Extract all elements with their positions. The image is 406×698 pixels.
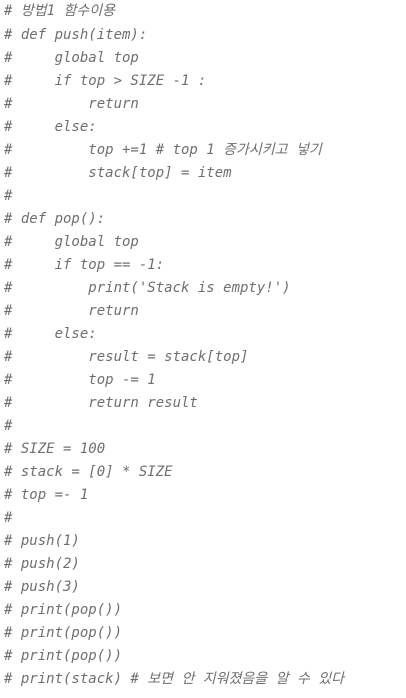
code-line[interactable]: # print(stack) # 보면 안 지워졌음을 알 수 있다 — [4, 668, 344, 691]
code-line[interactable]: # def pop(): — [4, 208, 105, 231]
code-line[interactable]: # push(2) — [4, 553, 80, 576]
code-line[interactable]: # return result — [4, 392, 198, 415]
code-line[interactable]: # print('Stack is empty!') — [4, 277, 291, 300]
code-line[interactable]: # global top — [4, 47, 139, 70]
code-line[interactable]: # if top == -1: — [4, 254, 164, 277]
code-line[interactable]: # top -= 1 — [4, 369, 156, 392]
code-line[interactable]: # print(pop()) — [4, 622, 122, 645]
code-line[interactable]: # result = stack[top] — [4, 346, 248, 369]
code-line[interactable]: # return — [4, 300, 139, 323]
code-line[interactable]: # def push(item): — [4, 24, 147, 47]
code-line[interactable]: # global top — [4, 231, 139, 254]
code-line[interactable]: # stack = [0] * SIZE — [4, 461, 173, 484]
code-line[interactable]: # — [4, 507, 12, 530]
code-editor[interactable]: # 방법1 함수이용 # def push(item): # global to… — [0, 0, 406, 698]
code-line[interactable]: # top +=1 # top 1 증가시키고 넣기 — [4, 139, 322, 162]
code-line[interactable]: # SIZE = 100 — [4, 438, 105, 461]
code-line[interactable]: # return — [4, 93, 139, 116]
code-line[interactable]: # 방법1 함수이용 — [4, 0, 115, 23]
code-line[interactable]: # if top > SIZE -1 : — [4, 70, 206, 93]
code-line[interactable]: # push(1) — [4, 530, 80, 553]
code-line[interactable]: # stack[top] = item — [4, 162, 232, 185]
code-line[interactable]: # else: — [4, 116, 97, 139]
code-line[interactable]: # print(pop()) — [4, 645, 122, 668]
code-line[interactable]: # top =- 1 — [4, 484, 88, 507]
code-line[interactable]: # print(pop()) — [4, 599, 122, 622]
code-line[interactable]: # push(3) — [4, 576, 80, 599]
code-line[interactable]: # else: — [4, 323, 97, 346]
code-line[interactable]: # — [4, 185, 12, 208]
code-line[interactable]: # — [4, 415, 12, 438]
